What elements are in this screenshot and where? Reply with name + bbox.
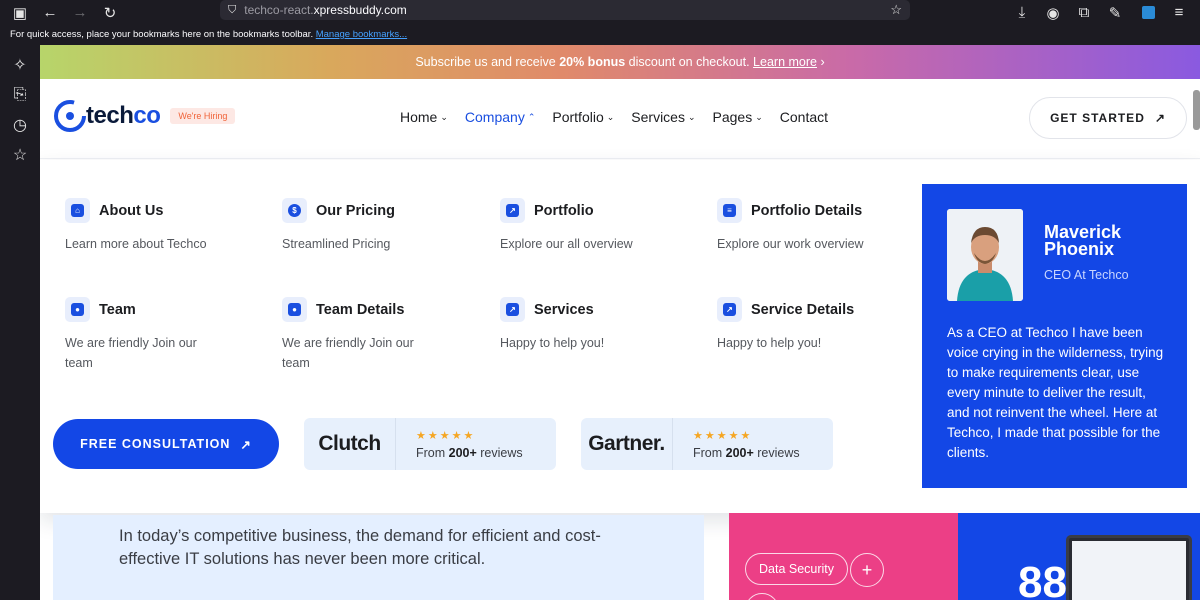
synced-tabs-icon[interactable]: ⎘ (0, 80, 40, 110)
learn-more-link[interactable]: Learn more (753, 55, 817, 69)
intro-text: In today’s competitive business, the dem… (119, 527, 601, 568)
bookmarks-bar: For quick access, place your bookmarks h… (0, 25, 1200, 45)
main-nav: Home ⌄ Company ⌃ Portfolio ⌄ Services ⌄ Page… (400, 109, 828, 125)
logo-text: techco (86, 102, 161, 129)
menu-item-service-details[interactable]: ↗ Service Details Happy to help you! (717, 297, 897, 353)
review-count: From 200+ reviews (693, 445, 800, 460)
dollar-icon: $ (282, 198, 307, 223)
menu-icon[interactable]: ≡ (1167, 1, 1191, 25)
account-icon[interactable]: ◉ (1041, 1, 1065, 25)
pen-icon[interactable]: ✎ (1103, 1, 1127, 25)
clutch-review-card[interactable]: Clutch ★★★★★ From 200+ reviews (304, 418, 556, 470)
ceo-card: Maverick Phoenix CEO At Techco As a CEO … (922, 184, 1187, 488)
gartner-logo: Gartner. (581, 418, 673, 470)
chevron-down-icon: ⌄ (440, 111, 448, 122)
arrow-up-right-icon: ↗ (240, 437, 252, 452)
logo[interactable]: techco We're Hiring (52, 97, 236, 135)
nav-home[interactable]: Home ⌄ (400, 109, 448, 125)
bookmark-star-icon[interactable]: ☆ (890, 2, 902, 18)
menu-item-about-us[interactable]: ⌂ About Us Learn more about Techco (65, 198, 245, 254)
chevron-down-icon: ⌄ (755, 111, 763, 122)
page-scrollbar[interactable] (1193, 90, 1200, 130)
menu-item-team[interactable]: ● Team We are friendly Join our team (65, 297, 225, 373)
ceo-quote: As a CEO at Techco I have been voice cry… (947, 325, 1164, 460)
nav-contact[interactable]: Contact (780, 109, 828, 125)
team-icon: ● (65, 297, 90, 322)
ceo-photo (947, 209, 1023, 301)
services-tags-panel: Data Security + (729, 513, 959, 600)
browser-toolbar: ▣ ← → ↻ ⛉ techco-react.xpressbuddy.com ☆… (0, 0, 1200, 25)
extension-badge-icon[interactable] (1136, 1, 1160, 25)
review-count: From 200+ reviews (416, 445, 523, 460)
nav-pages[interactable]: Pages ⌄ (713, 109, 763, 125)
chevron-down-icon: ⌄ (687, 111, 696, 122)
bookmarks-icon[interactable]: ☆ (0, 140, 40, 170)
ai-sparkle-icon[interactable]: ✧ (0, 50, 40, 80)
chevron-down-icon: ⌄ (606, 111, 615, 122)
extensions-icon[interactable]: ⧉ (1072, 1, 1096, 25)
back-icon[interactable]: ← (38, 1, 62, 25)
document-icon: ≡ (717, 198, 742, 223)
reload-icon[interactable]: ↻ (98, 1, 122, 25)
bookmarks-hint: For quick access, place your bookmarks h… (10, 29, 314, 40)
menu-item-team-details[interactable]: ● Team Details We are friendly Join our t… (282, 297, 442, 373)
rating-stars: ★★★★★ (693, 429, 753, 442)
promo-text: Subscribe us and receive (415, 55, 560, 69)
home-icon: ⌂ (65, 198, 90, 223)
service-icon: ↗ (717, 297, 742, 322)
arrow-up-right-icon: ↗ (1154, 111, 1166, 125)
stats-panel: 88 (958, 513, 1200, 600)
plus-icon[interactable]: + (850, 553, 884, 587)
get-started-button[interactable]: GET STARTED ↗ (1029, 97, 1187, 139)
ceo-name: Maverick Phoenix (1044, 222, 1122, 259)
address-bar[interactable]: ⛉ techco-react.xpressbuddy.com ☆ (220, 0, 910, 20)
menu-item-portfolio-details[interactable]: ≡ Portfolio Details Explore our work over… (717, 198, 917, 254)
clutch-logo: Clutch (304, 418, 396, 470)
nav-services[interactable]: Services ⌄ (631, 109, 695, 125)
menu-item-services[interactable]: ↗ Services Happy to help you! (500, 297, 680, 353)
company-mega-menu: ⌂ About Us Learn more about Techco $ Our P… (40, 160, 1200, 513)
menu-item-our-pricing[interactable]: $ Our Pricing Streamlined Pricing (282, 198, 462, 254)
download-icon[interactable]: ⤓ (1010, 1, 1034, 25)
chart-icon: ↗ (500, 198, 525, 223)
chevron-up-icon: ⌃ (527, 111, 536, 122)
history-icon[interactable]: ◷ (0, 110, 40, 140)
web-page: Subscribe us and receive 20% bonus disco… (40, 45, 1200, 600)
ceo-role: CEO At Techco (1044, 268, 1129, 282)
browser-sidebar: ✧ ⎘ ◷ ☆ (0, 45, 40, 600)
users-icon: ● (282, 297, 307, 322)
forward-icon[interactable]: → (68, 1, 92, 25)
logo-mark-icon (52, 97, 86, 135)
stat-number: 88 (1018, 558, 1067, 600)
url-text: techco-react.xpressbuddy.com (244, 3, 407, 17)
rating-stars: ★★★★★ (416, 429, 476, 442)
plus-icon[interactable] (745, 593, 779, 600)
nav-company[interactable]: Company ⌃ (465, 109, 535, 125)
nav-portfolio[interactable]: Portfolio ⌄ (552, 109, 614, 125)
promo-banner: Subscribe us and receive 20% bonus disco… (40, 45, 1200, 79)
sidebar-toggle-icon[interactable]: ▣ (8, 1, 32, 25)
shield-icon: ⛉ (228, 3, 237, 16)
laptop-image (1066, 535, 1192, 600)
manage-bookmarks-link[interactable]: Manage bookmarks... (316, 29, 407, 40)
gartner-review-card[interactable]: Gartner. ★★★★★ From 200+ reviews (581, 418, 833, 470)
promo-bold: 20% bonus (559, 55, 626, 69)
promo-text-after: discount on checkout. (625, 55, 754, 69)
service-icon: ↗ (500, 297, 525, 322)
data-security-tag[interactable]: Data Security (745, 553, 849, 585)
site-header: techco We're Hiring Home ⌄ Company ⌃ Portf… (40, 79, 1200, 159)
menu-item-portfolio[interactable]: ↗ Portfolio Explore our all overview (500, 198, 680, 254)
free-consultation-button[interactable]: FREE CONSULTATION ↗ (53, 419, 279, 469)
chevron-right-icon: › (820, 55, 825, 69)
intro-section: In today’s competitive business, the dem… (53, 515, 704, 600)
hiring-badge[interactable]: We're Hiring (170, 108, 236, 124)
